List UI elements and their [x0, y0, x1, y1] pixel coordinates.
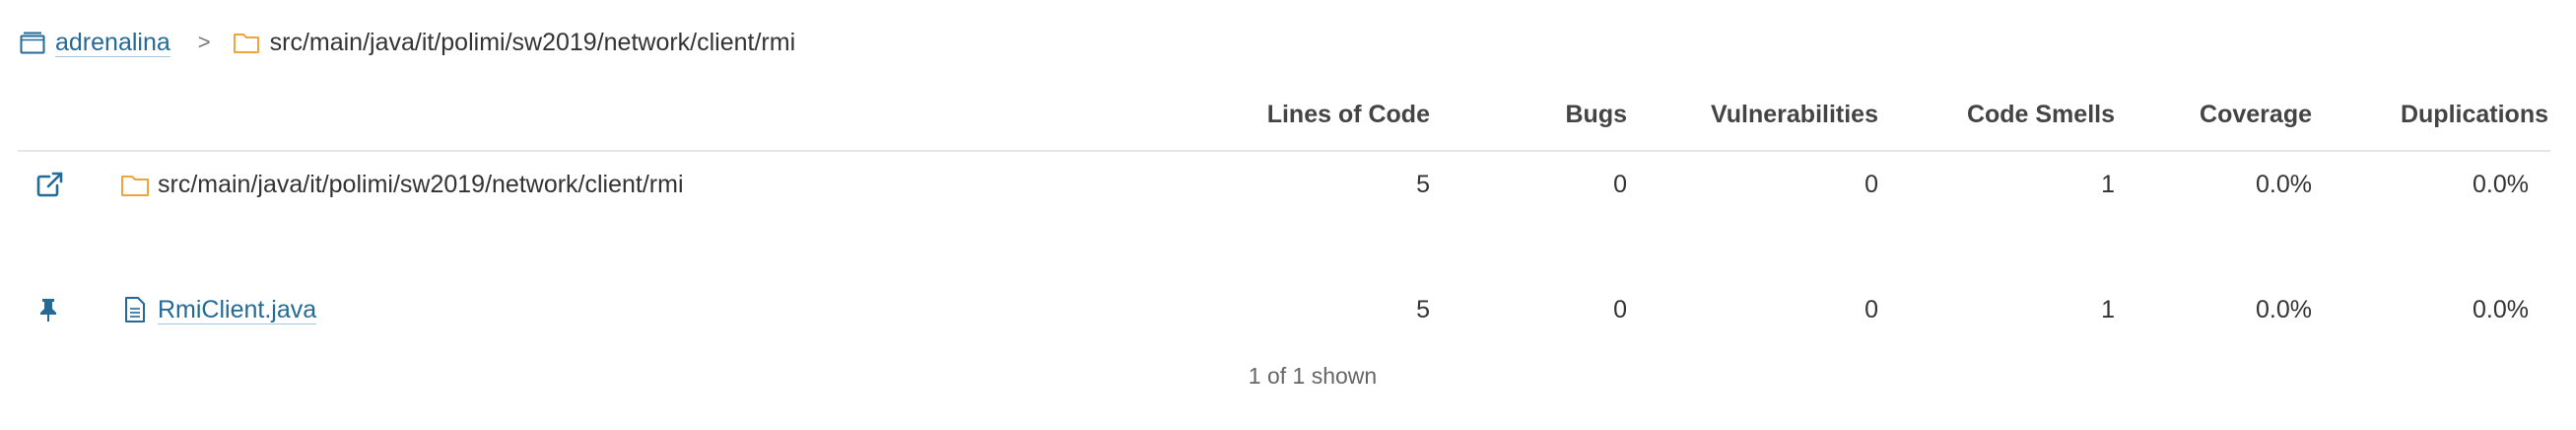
row-vulnerabilities: 0 [1864, 170, 1878, 198]
column-header-lines-of-code[interactable]: Lines of Code [1267, 101, 1430, 129]
row-code-smells: 1 [2101, 295, 2115, 323]
row-vulnerabilities: 0 [1864, 295, 1878, 323]
row-name: src/main/java/it/polimi/sw2019/network/c… [158, 170, 684, 198]
row-name-cell: RmiClient.java [158, 280, 317, 339]
file-link[interactable]: RmiClient.java [158, 296, 317, 324]
breadcrumb-project-label[interactable]: adrenalina [55, 29, 170, 57]
breadcrumb-directory: src/main/java/it/polimi/sw2019/network/c… [233, 28, 796, 57]
project-icon [20, 31, 45, 54]
row-code-smells: 1 [2101, 170, 2115, 198]
table-row: src/main/java/it/polimi/sw2019/network/c… [18, 155, 2550, 214]
external-link-icon[interactable] [35, 155, 65, 214]
folder-icon [120, 155, 150, 214]
table-header: Lines of Code Bugs Vulnerabilities Code … [18, 91, 2550, 152]
measures-table: Lines of Code Bugs Vulnerabilities Code … [18, 91, 2550, 324]
breadcrumb-separator: > [197, 30, 211, 54]
row-lines-of-code: 5 [1416, 295, 1430, 323]
row-coverage: 0.0% [2256, 170, 2312, 198]
folder-icon [233, 31, 260, 54]
breadcrumb-project-link[interactable]: adrenalina [20, 29, 170, 57]
shown-count: 1 of 1 shown [1248, 363, 1378, 389]
column-header-duplications[interactable]: Duplications [2401, 101, 2548, 129]
pin-icon[interactable] [37, 280, 59, 339]
table-row: RmiClient.java 5 0 0 1 0.0% 0.0% [18, 280, 2550, 339]
column-header-bugs[interactable]: Bugs [1566, 101, 1628, 129]
row-bugs: 0 [1613, 170, 1627, 198]
breadcrumb-directory-label: src/main/java/it/polimi/sw2019/network/c… [269, 28, 796, 56]
row-lines-of-code: 5 [1416, 170, 1430, 198]
file-icon [123, 280, 147, 339]
row-coverage: 0.0% [2256, 295, 2312, 323]
column-header-vulnerabilities[interactable]: Vulnerabilities [1711, 101, 1878, 129]
column-header-code-smells[interactable]: Code Smells [1967, 101, 2115, 129]
column-header-coverage[interactable]: Coverage [2200, 101, 2312, 129]
row-bugs: 0 [1613, 295, 1627, 323]
breadcrumb: adrenalina > src/main/java/it/polimi/sw2… [20, 20, 795, 65]
row-duplications: 0.0% [2473, 170, 2529, 198]
row-duplications: 0.0% [2473, 295, 2529, 323]
